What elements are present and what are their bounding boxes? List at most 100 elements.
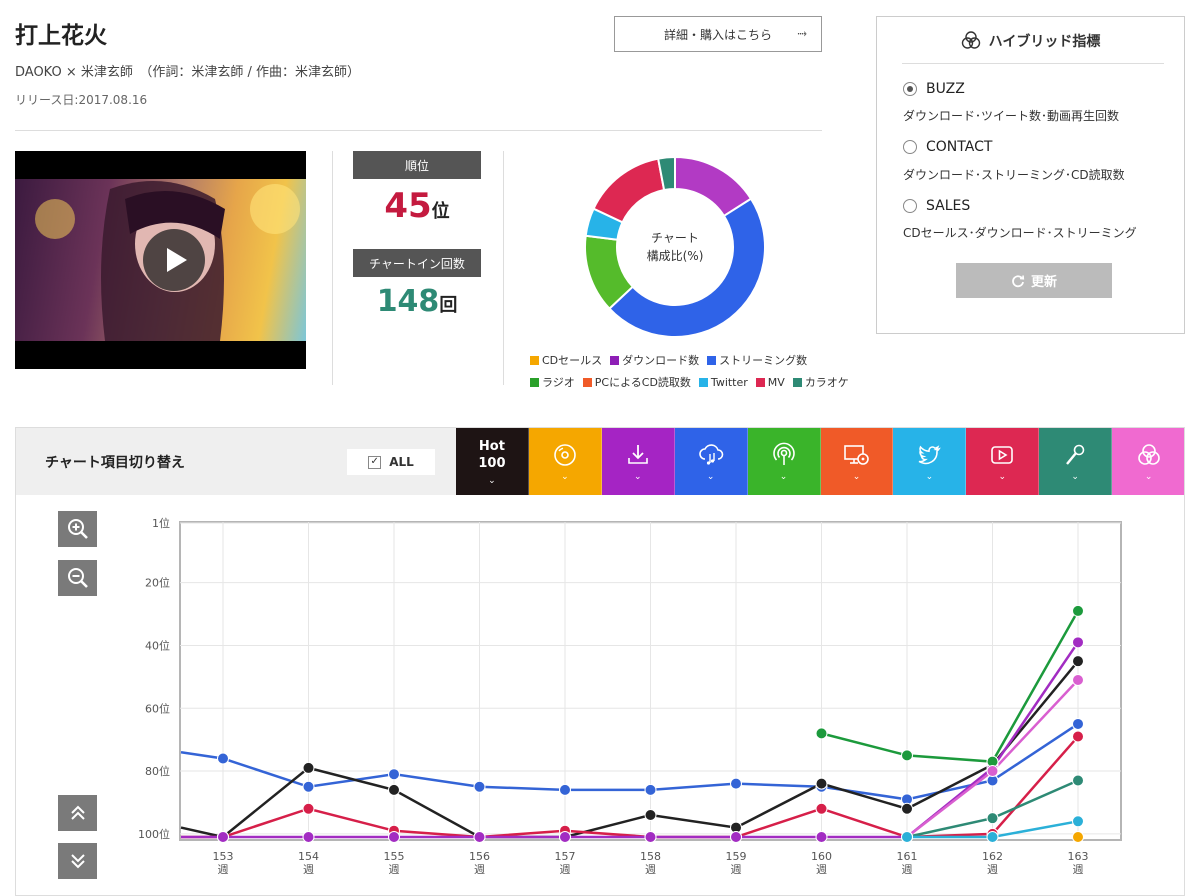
legend-item: ラジオ: [530, 374, 575, 390]
legend-swatch: [530, 377, 539, 387]
legend-label: ダウンロード数: [622, 354, 700, 367]
data-point-download[interactable]: [388, 831, 400, 843]
song-artist: DAOKO × 米津玄師 （作詞：米津玄師 / 作曲：米津玄師）: [15, 65, 361, 80]
data-point-hybrid[interactable]: [986, 765, 999, 778]
video-player[interactable]: [15, 151, 306, 369]
data-point-streaming[interactable]: [473, 780, 486, 793]
donut-slice-4: [592, 157, 666, 224]
legend-swatch: [755, 377, 765, 387]
option-label: BUZZ: [926, 81, 965, 97]
option-sales[interactable]: SALES: [903, 198, 970, 214]
data-point-hot100[interactable]: [388, 783, 400, 796]
x-tick-label: 161 週: [897, 850, 918, 876]
divider: [332, 151, 333, 385]
data-point-twitter[interactable]: [901, 831, 913, 843]
x-tick-label: 159 週: [726, 850, 747, 876]
divider: [902, 63, 1164, 64]
x-tick-label: 155 週: [384, 850, 405, 876]
radio-sales[interactable]: [903, 199, 917, 213]
y-tick-label: 40位: [145, 638, 170, 652]
y-tick-label: 80位: [145, 764, 170, 778]
donut-center-line2: 構成比(%): [647, 249, 704, 263]
legend-label: ストリーミング数: [719, 354, 808, 367]
x-tick-label: 158 週: [640, 850, 661, 876]
legend-swatch: [530, 355, 539, 365]
y-tick-label: 60位: [145, 701, 170, 715]
play-button[interactable]: [143, 229, 205, 291]
data-point-streaming[interactable]: [302, 780, 315, 793]
option-label: SALES: [926, 198, 971, 214]
data-point-streaming[interactable]: [388, 768, 400, 781]
release-date: リリース日:2017.08.16: [15, 93, 148, 107]
data-point-streaming[interactable]: [217, 752, 229, 765]
data-point-download[interactable]: [1072, 636, 1084, 649]
data-point-twitter[interactable]: [1072, 815, 1084, 828]
data-point-hot100[interactable]: [1072, 655, 1084, 668]
legend-swatch: [582, 377, 592, 387]
data-point-mv[interactable]: [302, 802, 315, 815]
buy-button-label: 詳細・購入はこちら: [663, 27, 772, 42]
data-point-download[interactable]: [473, 831, 486, 843]
option-label: CONTACT: [926, 139, 993, 155]
data-point-streaming[interactable]: [730, 777, 742, 790]
x-tick-label: 157 週: [555, 850, 576, 876]
composition-donut-chart: チャート 構成比(%): [584, 155, 766, 338]
donut-legend: CDセールス ダウンロード数 ストリーミング数ラジオ PCによるCD読取数 Twitte…: [530, 352, 850, 396]
data-point-download[interactable]: [217, 831, 229, 843]
data-point-hybrid[interactable]: [1072, 674, 1084, 686]
data-point-streaming[interactable]: [644, 783, 657, 796]
data-point-download[interactable]: [644, 831, 657, 843]
data-point-mv[interactable]: [1072, 730, 1084, 743]
data-point-hot100[interactable]: [901, 802, 913, 815]
divider: [503, 151, 504, 385]
refresh-button[interactable]: 更新: [956, 263, 1112, 298]
option-desc: ダウンロード･ストリーミング･CD読取数: [903, 168, 1125, 182]
data-point-download[interactable]: [730, 831, 742, 843]
legend-label: カラオケ: [804, 376, 849, 389]
x-tick-label: 154 週: [298, 850, 319, 876]
x-tick-label: 156 週: [469, 850, 490, 876]
legend-item: PCによるCD読取数: [582, 374, 691, 390]
rank-value: 45: [384, 186, 432, 226]
data-point-radio[interactable]: [901, 749, 913, 762]
data-point-radio[interactable]: [1072, 604, 1084, 617]
option-buzz[interactable]: BUZZ: [903, 81, 965, 97]
data-point-streaming[interactable]: [559, 783, 571, 796]
data-point-hot100[interactable]: [302, 761, 315, 774]
data-point-karaoke[interactable]: [986, 812, 999, 825]
option-contact[interactable]: CONTACT: [903, 139, 992, 155]
chart-in-count-box: 148回: [353, 284, 481, 319]
legend-label: Twitter: [710, 375, 748, 389]
data-point-streaming[interactable]: [1072, 717, 1084, 730]
legend-item: ストリーミング数: [707, 352, 807, 368]
legend-item: MV: [755, 374, 785, 390]
data-point-twitter[interactable]: [986, 831, 999, 843]
hybrid-index-panel: ハイブリッド指標 BUZZ ダウンロード･ツイート数･動画再生回数 CONTAC…: [876, 16, 1185, 334]
data-point-download[interactable]: [559, 831, 571, 843]
legend-row: CDセールス ダウンロード数 ストリーミング数: [530, 352, 850, 368]
chart-in-count-label: チャートイン回数: [353, 249, 481, 277]
data-point-hot100[interactable]: [644, 809, 657, 822]
data-point-hot100[interactable]: [815, 777, 828, 790]
x-tick-label: 162 週: [982, 850, 1003, 876]
donut-center-line1: チャート: [651, 231, 699, 245]
data-point-mv[interactable]: [815, 802, 828, 815]
donut-slice-1: [607, 197, 766, 338]
arrow-icon: ⤑: [797, 26, 807, 40]
refresh-icon: [1012, 274, 1025, 287]
data-point-cd-sales[interactable]: [1072, 831, 1084, 843]
buy-button[interactable]: 詳細・購入はこちら ⤑: [614, 16, 822, 52]
rank-unit: 位: [431, 201, 450, 222]
refresh-label: 更新: [1030, 275, 1057, 290]
x-tick-label: 163 週: [1068, 850, 1089, 876]
data-point-download[interactable]: [302, 831, 315, 843]
radio-contact[interactable]: [903, 140, 917, 154]
data-point-radio[interactable]: [815, 727, 828, 740]
data-point-download[interactable]: [815, 831, 828, 843]
chart-in-count-value: 148: [376, 284, 440, 319]
radio-buzz[interactable]: [903, 82, 917, 96]
data-point-karaoke[interactable]: [1072, 774, 1084, 787]
y-tick-label: 100位: [138, 827, 170, 841]
legend-item: Twitter: [698, 374, 748, 390]
legend-item: CDセールス: [530, 352, 602, 368]
